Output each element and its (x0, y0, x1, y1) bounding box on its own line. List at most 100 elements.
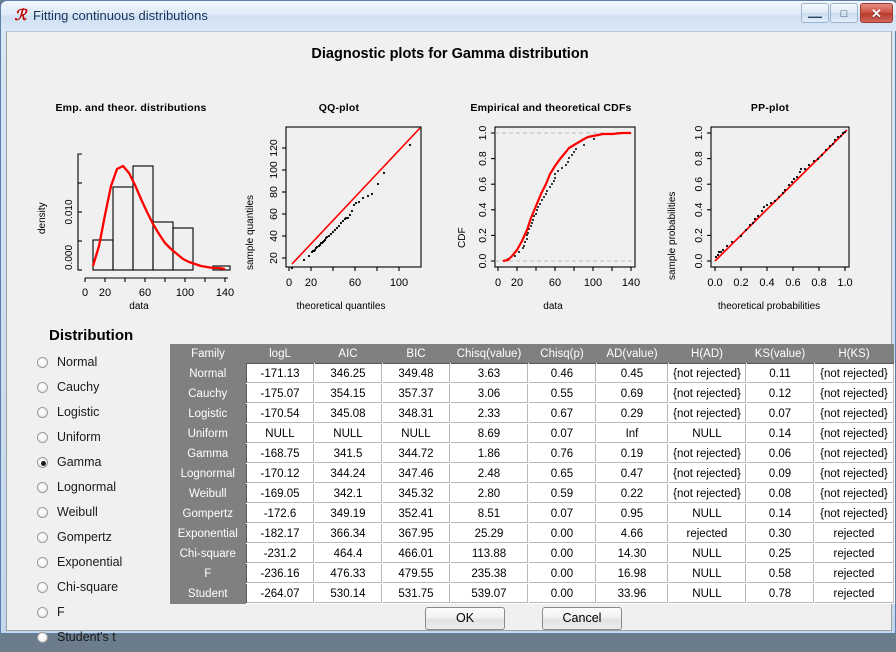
radio-indicator-icon[interactable] (37, 457, 48, 468)
radio-indicator-icon[interactable] (37, 582, 48, 593)
table-row[interactable]: Chi-square-231.2464.4466.01113.880.0014.… (170, 544, 894, 564)
table-cell[interactable]: 0.46 (528, 364, 596, 384)
table-cell[interactable]: 352.41 (382, 504, 450, 524)
table-cell[interactable]: 2.33 (450, 404, 528, 424)
table-cell[interactable]: NULL (668, 584, 746, 604)
table-cell[interactable]: 0.47 (596, 464, 668, 484)
table-cell[interactable]: 0.07 (528, 504, 596, 524)
table-cell[interactable]: NULL (382, 424, 450, 444)
table-cell[interactable]: 0.11 (746, 364, 814, 384)
table-cell[interactable]: rejected (814, 564, 894, 584)
radio-exponential[interactable]: Exponential (37, 552, 167, 577)
table-cell[interactable]: 3.63 (450, 364, 528, 384)
table-cell[interactable]: 0.59 (528, 484, 596, 504)
table-cell[interactable]: 344.72 (382, 444, 450, 464)
radio-indicator-icon[interactable] (37, 532, 48, 543)
table-cell[interactable]: 348.31 (382, 404, 450, 424)
table-row[interactable]: Gompertz-172.6349.19352.418.510.070.95NU… (170, 504, 894, 524)
table-cell[interactable]: -169.05 (246, 484, 314, 504)
radio-indicator-icon[interactable] (37, 557, 48, 568)
table-cell[interactable]: rejected (668, 524, 746, 544)
radio-student-s-t[interactable]: Student's t (37, 627, 167, 652)
table-cell[interactable]: 346.25 (314, 364, 382, 384)
title-bar[interactable]: ℛ Fitting continuous distributions — □ ✕ (1, 1, 896, 31)
table-cell[interactable]: 0.14 (746, 504, 814, 524)
ok-button[interactable]: OK (425, 607, 505, 630)
table-cell[interactable]: 479.55 (382, 564, 450, 584)
table-cell[interactable]: NULL (668, 504, 746, 524)
table-row[interactable]: Weibull-169.05342.1345.322.800.590.22{no… (170, 484, 894, 504)
table-cell[interactable]: 0.07 (746, 404, 814, 424)
radio-uniform[interactable]: Uniform (37, 427, 167, 452)
table-cell[interactable]: 0.08 (746, 484, 814, 504)
table-cell[interactable]: 0.09 (746, 464, 814, 484)
table-cell[interactable]: {not rejected} (814, 464, 894, 484)
maximize-button[interactable]: □ (830, 3, 858, 23)
table-cell[interactable]: 0.12 (746, 384, 814, 404)
table-cell[interactable]: 0.00 (528, 524, 596, 544)
table-cell[interactable]: 0.30 (746, 524, 814, 544)
table-cell[interactable]: {not rejected} (814, 504, 894, 524)
radio-chi-square[interactable]: Chi-square (37, 577, 167, 602)
table-cell[interactable]: 345.32 (382, 484, 450, 504)
table-cell[interactable]: 349.19 (314, 504, 382, 524)
table-cell[interactable]: 347.46 (382, 464, 450, 484)
table-row[interactable]: Cauchy-175.07354.15357.373.060.550.69{no… (170, 384, 894, 404)
table-cell[interactable]: 341.5 (314, 444, 382, 464)
table-cell[interactable]: 16.98 (596, 564, 668, 584)
table-row[interactable]: F-236.16476.33479.55235.380.0016.98NULL0… (170, 564, 894, 584)
table-cell[interactable]: 344.24 (314, 464, 382, 484)
table-cell[interactable]: 0.00 (528, 564, 596, 584)
radio-indicator-icon[interactable] (37, 432, 48, 443)
table-cell[interactable]: NULL (668, 544, 746, 564)
table-cell[interactable]: 25.29 (450, 524, 528, 544)
table-cell[interactable]: 0.14 (746, 424, 814, 444)
table-cell[interactable]: 0.69 (596, 384, 668, 404)
table-row[interactable]: UniformNULLNULLNULL8.690.07InfNULL0.14{n… (170, 424, 894, 444)
table-cell[interactable]: rejected (814, 544, 894, 564)
radio-indicator-icon[interactable] (37, 382, 48, 393)
table-cell[interactable]: {not rejected} (814, 484, 894, 504)
table-cell[interactable]: NULL (668, 564, 746, 584)
table-cell[interactable]: {not rejected} (814, 404, 894, 424)
table-cell[interactable]: NULL (246, 424, 314, 444)
radio-indicator-icon[interactable] (37, 482, 48, 493)
table-cell[interactable]: {not rejected} (814, 444, 894, 464)
table-cell[interactable]: 354.15 (314, 384, 382, 404)
table-cell[interactable]: 464.4 (314, 544, 382, 564)
table-row[interactable]: Logistic-170.54345.08348.312.330.670.29{… (170, 404, 894, 424)
table-cell[interactable]: 0.19 (596, 444, 668, 464)
radio-normal[interactable]: Normal (37, 352, 167, 377)
table-cell[interactable]: rejected (814, 524, 894, 544)
table-cell[interactable]: NULL (668, 424, 746, 444)
table-cell[interactable]: 367.95 (382, 524, 450, 544)
radio-indicator-icon[interactable] (37, 607, 48, 618)
table-cell[interactable]: 2.48 (450, 464, 528, 484)
table-cell[interactable]: NULL (314, 424, 382, 444)
table-cell[interactable]: 466.01 (382, 544, 450, 564)
table-cell[interactable]: 476.33 (314, 564, 382, 584)
table-cell[interactable]: -170.12 (246, 464, 314, 484)
fit-results-table[interactable]: FamilylogLAICBICChisq(value)Chisq(p)AD(v… (170, 344, 876, 596)
table-cell[interactable]: {not rejected} (668, 364, 746, 384)
table-cell[interactable]: {not rejected} (668, 464, 746, 484)
table-cell[interactable]: -168.75 (246, 444, 314, 464)
radio-f[interactable]: F (37, 602, 167, 627)
table-cell[interactable]: {not rejected} (814, 424, 894, 444)
table-cell[interactable]: 14.30 (596, 544, 668, 564)
table-row[interactable]: Student-264.07530.14531.75539.070.0033.9… (170, 584, 894, 604)
table-cell[interactable]: {not rejected} (668, 404, 746, 424)
radio-indicator-icon[interactable] (37, 407, 48, 418)
radio-gompertz[interactable]: Gompertz (37, 527, 167, 552)
table-cell[interactable]: 345.08 (314, 404, 382, 424)
table-cell[interactable]: 0.95 (596, 504, 668, 524)
table-cell[interactable]: -231.2 (246, 544, 314, 564)
table-cell[interactable]: 0.58 (746, 564, 814, 584)
table-cell[interactable]: -170.54 (246, 404, 314, 424)
table-cell[interactable]: -175.07 (246, 384, 314, 404)
table-cell[interactable]: -171.13 (246, 364, 314, 384)
table-cell[interactable]: 0.06 (746, 444, 814, 464)
table-cell[interactable]: 349.48 (382, 364, 450, 384)
table-cell[interactable]: 8.51 (450, 504, 528, 524)
table-cell[interactable]: 366.34 (314, 524, 382, 544)
